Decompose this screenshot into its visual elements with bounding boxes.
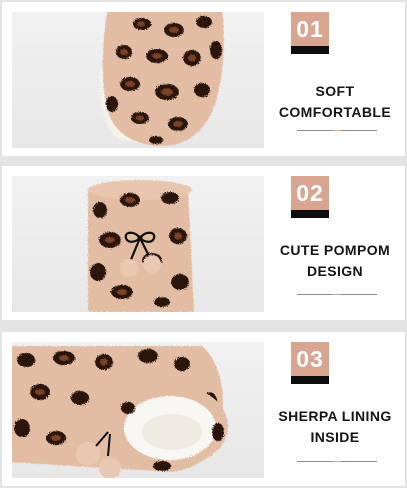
caption-line-1: SOFT bbox=[315, 83, 355, 99]
badge-underline-bar bbox=[291, 46, 329, 54]
caption-line-1: SHERPA LINING bbox=[278, 408, 392, 424]
caption-line-2: COMFORTABLE bbox=[278, 104, 392, 120]
feature-caption: SHERPA LINING INSIDE bbox=[268, 406, 402, 448]
slipper-sole-illustration bbox=[99, 12, 224, 146]
feature-card-pompom-design: 02 CUTE POMPOM DESIGN bbox=[2, 166, 405, 320]
product-photo-sole bbox=[12, 12, 264, 148]
feature-card-sherpa-lining: 03 SHERPA LINING INSIDE bbox=[2, 332, 405, 486]
badge-underline-bar bbox=[291, 210, 329, 218]
feature-caption: SOFT COMFORTABLE bbox=[268, 81, 402, 123]
step-number: 01 bbox=[291, 12, 329, 46]
step-number: 02 bbox=[291, 176, 329, 210]
product-photo-pompom bbox=[12, 176, 264, 312]
step-number-badge: 01 bbox=[291, 12, 329, 54]
step-number-badge: 03 bbox=[291, 342, 329, 384]
badge-underline-bar bbox=[291, 376, 329, 384]
divider-rule bbox=[297, 294, 377, 295]
product-photo-lining bbox=[12, 342, 264, 478]
slipper-pompom-illustration bbox=[88, 180, 194, 312]
divider-rule bbox=[297, 130, 377, 131]
step-number-badge: 02 bbox=[291, 176, 329, 218]
feature-caption: CUTE POMPOM DESIGN bbox=[268, 240, 402, 282]
divider-rule bbox=[297, 461, 377, 462]
caption-line-1: CUTE POMPOM bbox=[279, 242, 391, 258]
caption-line-2: INSIDE bbox=[310, 429, 360, 445]
slipper-lining-illustration bbox=[12, 346, 228, 478]
feature-card-soft-comfortable: 01 SOFT COMFORTABLE bbox=[2, 2, 405, 156]
step-number: 03 bbox=[291, 342, 329, 376]
caption-line-2: DESIGN bbox=[306, 263, 364, 279]
